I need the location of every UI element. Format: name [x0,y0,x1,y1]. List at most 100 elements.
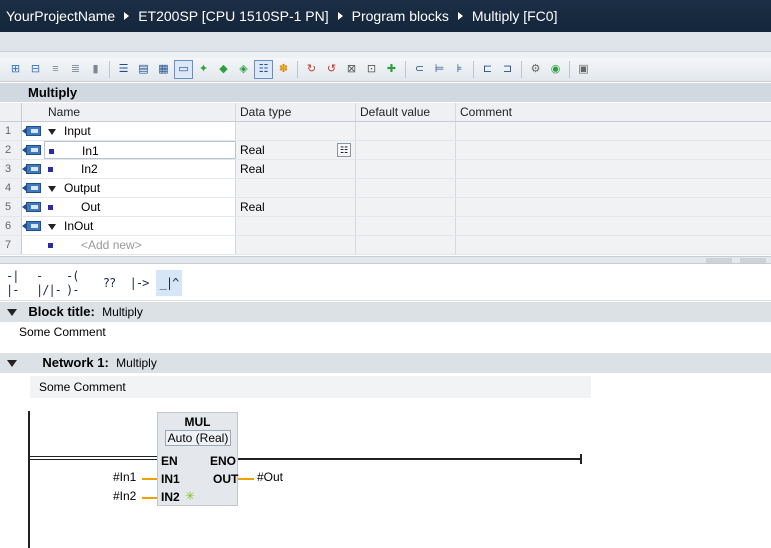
default-value-cell[interactable] [356,122,456,140]
add-row-icon[interactable]: ⊟ [26,60,45,79]
breadcrumb-program-blocks[interactable]: Program blocks [352,8,449,24]
in1-wire [142,478,157,480]
coil-icon[interactable]: -( )- [66,269,92,297]
param-name-cell[interactable]: In2 [44,160,236,178]
comment-cell[interactable] [456,198,771,216]
splitter-down-icon[interactable] [740,258,766,263]
table-row[interactable]: 5 Out Real [0,198,771,217]
data-type-dropdown-icon[interactable]: ☷ [337,143,351,157]
breadcrumb-block[interactable]: Multiply [FC0] [472,8,558,24]
table-row[interactable]: 6 InOut [0,217,771,236]
database-icon[interactable]: ▣ [574,60,593,79]
step-icon[interactable]: ⊧ [450,60,469,79]
collapse-arrow-icon[interactable] [7,309,17,317]
pin-in2: IN2 [161,490,180,504]
monitor-on-icon[interactable]: ↺ [322,60,341,79]
table-row[interactable]: 4 Output [0,179,771,198]
data-type-cell[interactable] [236,236,356,254]
normally-closed-contact-icon[interactable]: -|/|- [36,269,62,297]
mul-instruction-box[interactable]: MUL Auto (Real) EN IN1 IN2 ENO OUT ✳ [157,412,238,506]
param-name-cell[interactable]: Out [44,198,236,216]
section-name-cell[interactable]: Input [44,122,236,140]
download-icon[interactable]: ⊏ [478,60,497,79]
default-value-cell[interactable] [356,141,456,159]
data-type-cell[interactable]: Real [236,198,356,216]
empty-box-icon[interactable]: ?? [96,270,122,296]
breakpoint-icon[interactable]: ⊂ [410,60,429,79]
breadcrumb-device[interactable]: ET200SP [CPU 1510SP-1 PN] [138,8,328,24]
status-icon[interactable]: ⊡ [362,60,381,79]
mul-data-type-selector[interactable]: Auto (Real) [165,430,231,446]
network-comment[interactable]: Some Comment [30,376,591,398]
modify-icon[interactable]: ✚ [382,60,401,79]
default-value-cell[interactable] [356,198,456,216]
collapse-arrow-icon[interactable] [48,128,56,135]
column-header-default-value[interactable]: Default value [356,103,456,121]
default-value-cell[interactable] [356,217,456,235]
panel-splitter[interactable] [0,256,771,264]
column-header-data-type[interactable]: Data type [236,103,356,121]
go-to-next-icon[interactable]: ◈ [234,60,253,79]
breadcrumb-project[interactable]: YourProjectName [6,8,115,24]
default-value-cell[interactable] [356,236,456,254]
collapse-arrow-icon[interactable] [48,223,56,230]
table-row[interactable]: 7 <Add new> [0,236,771,255]
add-new-cell[interactable]: <Add new> [44,236,236,254]
column-header-name[interactable]: Name [44,103,236,121]
comment-cell[interactable] [456,236,771,254]
absolute-operands-icon[interactable]: ☷ [254,60,273,79]
compare-icon[interactable]: ⊐ [498,60,517,79]
settings-icon[interactable]: ⚙ [526,60,545,79]
data-type-cell[interactable] [236,217,356,235]
collapse-arrow-icon[interactable] [48,185,56,192]
insert-row-icon[interactable]: ⊞ [6,60,25,79]
section-name-cell[interactable]: Output [44,179,236,197]
operand-in2[interactable]: #In2 [113,489,136,503]
splitter-up-icon[interactable] [706,258,732,263]
breadcrumb-separator-icon [337,12,343,20]
comment-cell[interactable] [456,160,771,178]
table-row[interactable]: 3 In2 Real [0,160,771,179]
operand-in1[interactable]: #In1 [113,470,136,484]
table-row[interactable]: 2 In1 Real ☷ [0,141,771,160]
monitoring-icon[interactable]: ◉ [546,60,565,79]
monitor-off-icon[interactable]: ⊠ [342,60,361,79]
open-all-networks-icon[interactable]: ☰ [114,60,133,79]
comment-cell[interactable] [456,217,771,235]
add-input-icon[interactable]: ✳ [185,489,195,503]
comment-cell[interactable] [456,122,771,140]
open-branch-icon[interactable]: |-> [126,270,152,296]
assignment-list-icon[interactable]: ✽ [274,60,293,79]
comment-cell[interactable] [456,179,771,197]
favorites-icon[interactable]: ✦ [194,60,213,79]
network-title[interactable]: Multiply [116,356,157,370]
collapse-arrow-icon[interactable] [7,360,17,368]
data-type-cell[interactable] [236,122,356,140]
operand-out[interactable]: #Out [257,470,283,484]
network-header[interactable]: Network 1: Multiply [0,353,771,373]
default-value-cell[interactable] [356,179,456,197]
comments-toggle-icon[interactable]: ▭ [174,60,193,79]
default-value-cell[interactable] [356,160,456,178]
block-comment[interactable]: Some Comment [0,322,771,342]
close-branch-icon[interactable]: _|^ [156,269,182,296]
go-to-previous-icon[interactable]: ◆ [214,60,233,79]
section-name-cell[interactable]: InOut [44,217,236,235]
close-all-networks-icon[interactable]: ▤ [134,60,153,79]
data-type-cell[interactable] [236,179,356,197]
delete-icon[interactable]: ▮ [86,60,105,79]
data-type-cell[interactable]: Real [236,160,356,178]
add-network-icon[interactable]: ≣ [66,60,85,79]
insert-network-icon[interactable]: ≡ [46,60,65,79]
table-row[interactable]: 1 Input [0,122,771,141]
call-structure-icon[interactable]: ↻ [302,60,321,79]
block-title-value[interactable]: Multiply [102,305,143,319]
block-title-header[interactable]: Block title: Multiply [0,302,771,322]
param-name-cell[interactable]: In1 [44,141,236,159]
comment-cell[interactable] [456,141,771,159]
column-header-comment[interactable]: Comment [456,103,771,121]
data-type-cell[interactable]: Real ☷ [236,141,356,159]
normally-open-contact-icon[interactable]: -| |- [6,269,32,297]
network-list-icon[interactable]: ▦ [154,60,173,79]
go-to-icon[interactable]: ⊨ [430,60,449,79]
